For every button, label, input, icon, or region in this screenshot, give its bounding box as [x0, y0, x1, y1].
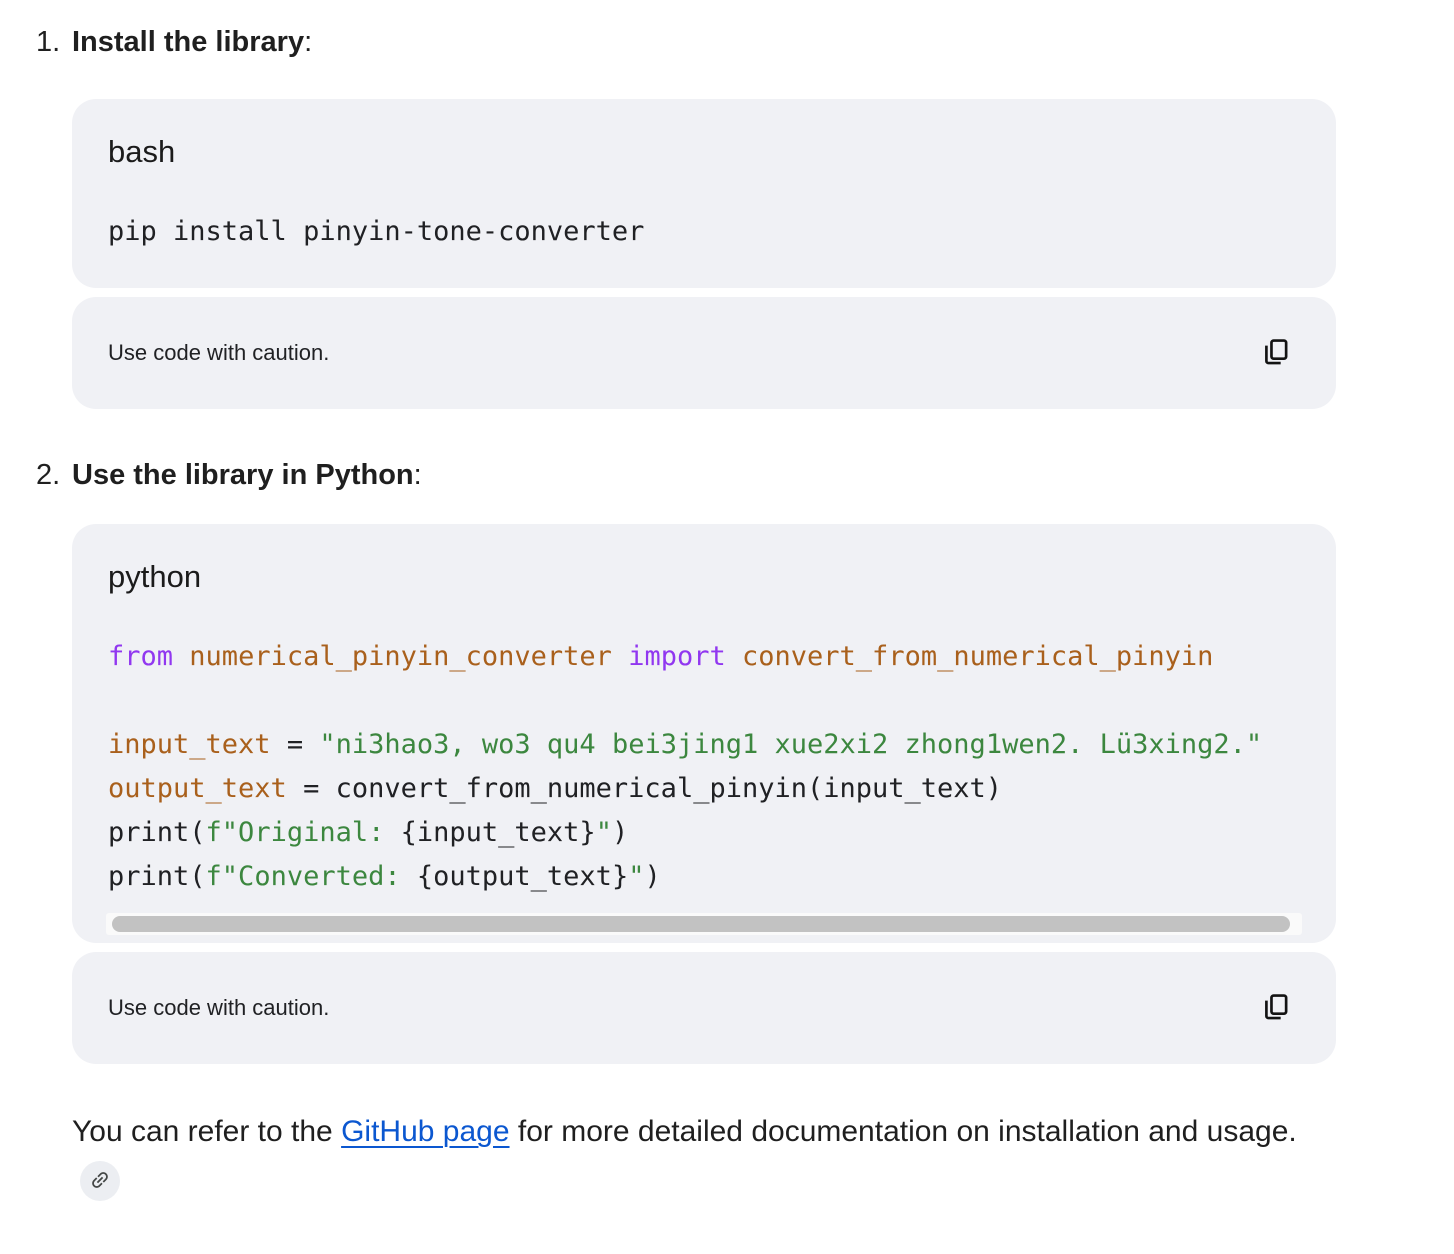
caution-text: Use code with caution. — [108, 994, 329, 1022]
copy-button[interactable] — [1258, 334, 1294, 373]
caution-text: Use code with caution. — [108, 339, 329, 367]
list-number: 1. — [36, 24, 72, 409]
code-language-label: python — [108, 557, 1300, 597]
content-copy-icon — [1260, 991, 1292, 1026]
github-link[interactable]: GitHub page — [341, 1115, 509, 1148]
step-1-title: Install the library — [72, 26, 304, 58]
closing-text-before: You can refer to the — [72, 1115, 341, 1148]
step-2-title: Use the library in Python — [72, 459, 414, 491]
link-icon — [89, 1169, 111, 1194]
step-2-heading: Use the library in Python: — [72, 457, 1336, 494]
step-2-colon: : — [414, 459, 422, 491]
step-1-colon: : — [304, 26, 312, 58]
content-copy-icon — [1260, 336, 1292, 371]
bash-code-block: bash pip install pinyin-tone-converter — [72, 99, 1336, 288]
horizontal-scrollbar[interactable] — [106, 913, 1302, 935]
list-item-use-library: 2. Use the library in Python: python fro… — [36, 457, 1454, 1064]
list-number: 2. — [36, 457, 72, 1064]
closing-text-after: for more detailed documentation on insta… — [510, 1115, 1297, 1148]
code-content: from numerical_pinyin_converter import c… — [108, 635, 1300, 899]
source-link-chip[interactable] — [80, 1161, 120, 1201]
closing-paragraph: You can refer to the GitHub page for mor… — [72, 1108, 1336, 1204]
python-code-block: python from numerical_pinyin_converter i… — [72, 524, 1336, 943]
scrollbar-thumb[interactable] — [112, 916, 1290, 932]
answer-body: 1. Install the library: bash pip install… — [0, 0, 1454, 1254]
caution-bar: Use code with caution. — [72, 297, 1336, 409]
code-content: pip install pinyin-tone-converter — [108, 210, 1300, 254]
copy-button[interactable] — [1258, 989, 1294, 1028]
step-1-heading: Install the library: — [72, 24, 1336, 61]
code-language-label: bash — [108, 132, 1300, 172]
list-item-install: 1. Install the library: bash pip install… — [36, 24, 1454, 409]
caution-bar: Use code with caution. — [72, 952, 1336, 1064]
